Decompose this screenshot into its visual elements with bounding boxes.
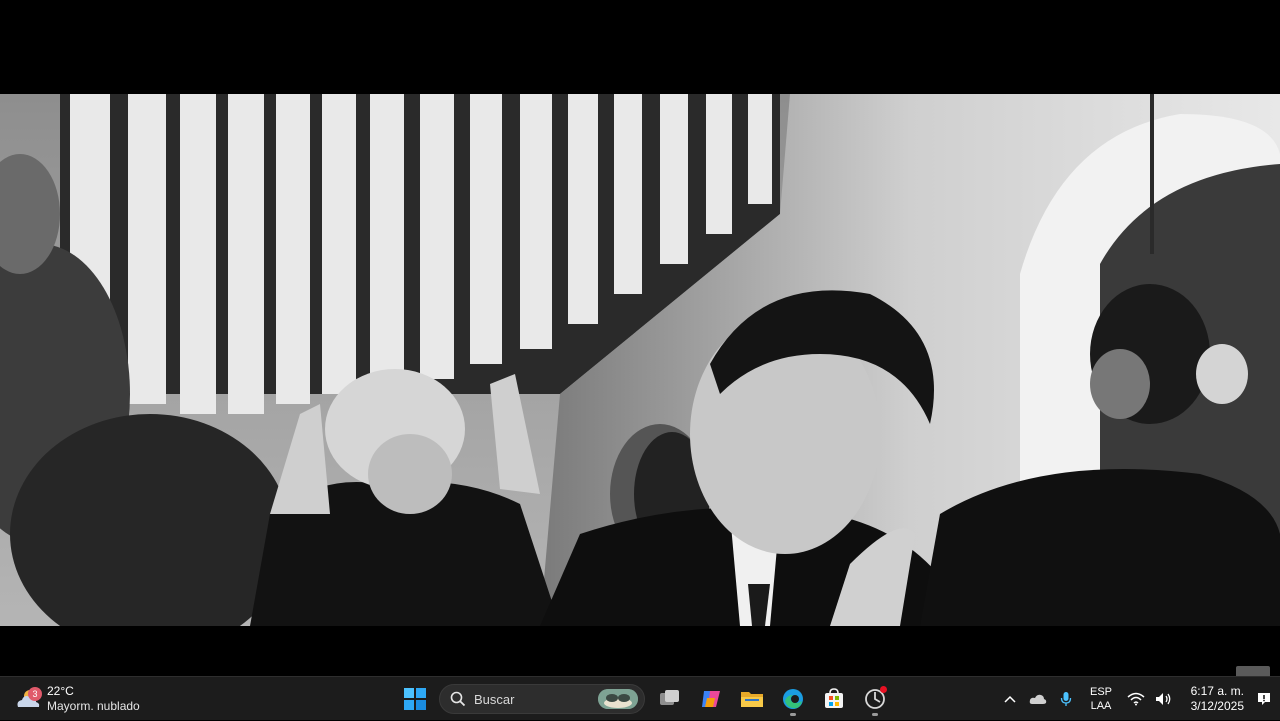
cloud-icon [1029,694,1047,704]
notifications-button[interactable] [1248,691,1280,707]
language-code: ESP [1089,686,1112,698]
show-hidden-icons-button[interactable] [996,684,1024,714]
network-button[interactable] [1122,684,1150,714]
keyboard-layout: LAA [1090,700,1112,712]
folder-icon [741,692,763,707]
notification-dot [880,686,887,693]
copilot-button[interactable] [692,681,730,717]
microphone-icon [1060,692,1072,706]
edge-icon [783,689,803,709]
wifi-icon [1127,692,1145,706]
search-placeholder: Buscar [474,691,515,707]
weather-badge: 3 [28,687,42,701]
input-language-button[interactable]: ESP LAA [1080,685,1122,713]
clock-time: 6:17 a. m. [1190,684,1244,698]
video-frame[interactable] [0,94,1280,626]
search-highlight-icon [598,689,638,709]
app-button[interactable] [856,681,894,717]
taskbar: 3 22°C Mayorm. nublado Buscar ESP LAA 6:… [0,676,1280,720]
system-tray: ESP LAA 6:17 a. m. 3/12/2025 [996,677,1280,721]
weather-widget[interactable]: 3 22°C Mayorm. nublado [14,681,140,717]
clock-date: 3/12/2025 [1190,699,1244,713]
onedrive-button[interactable] [1024,684,1052,714]
speaker-icon [1156,693,1171,705]
taskbar-center: Buscar [396,681,897,717]
volume-button[interactable] [1150,684,1178,714]
cloudy-weather-icon: 3 [14,687,42,711]
notification-bell-icon [1258,693,1270,705]
search-box[interactable]: Buscar [439,684,645,714]
task-view-button[interactable] [651,681,689,717]
microphone-button[interactable] [1052,684,1080,714]
running-indicator [790,713,796,716]
copilot-icon [702,691,720,707]
windows-start-icon [404,688,426,710]
search-icon [450,691,466,707]
task-view-icon [660,690,679,705]
weather-temperature: 22°C [47,684,74,698]
start-button[interactable] [396,681,434,717]
file-explorer-button[interactable] [733,681,771,717]
clock-button[interactable]: 6:17 a. m. 3/12/2025 [1186,684,1244,714]
video-corner-control[interactable] [1236,666,1270,676]
video-still [0,94,1280,626]
chevron-up-icon [1004,695,1016,703]
running-indicator [872,713,878,716]
store-button[interactable] [815,681,853,717]
store-icon [825,688,843,708]
edge-button[interactable] [774,681,812,717]
weather-condition: Mayorm. nublado [47,699,140,713]
